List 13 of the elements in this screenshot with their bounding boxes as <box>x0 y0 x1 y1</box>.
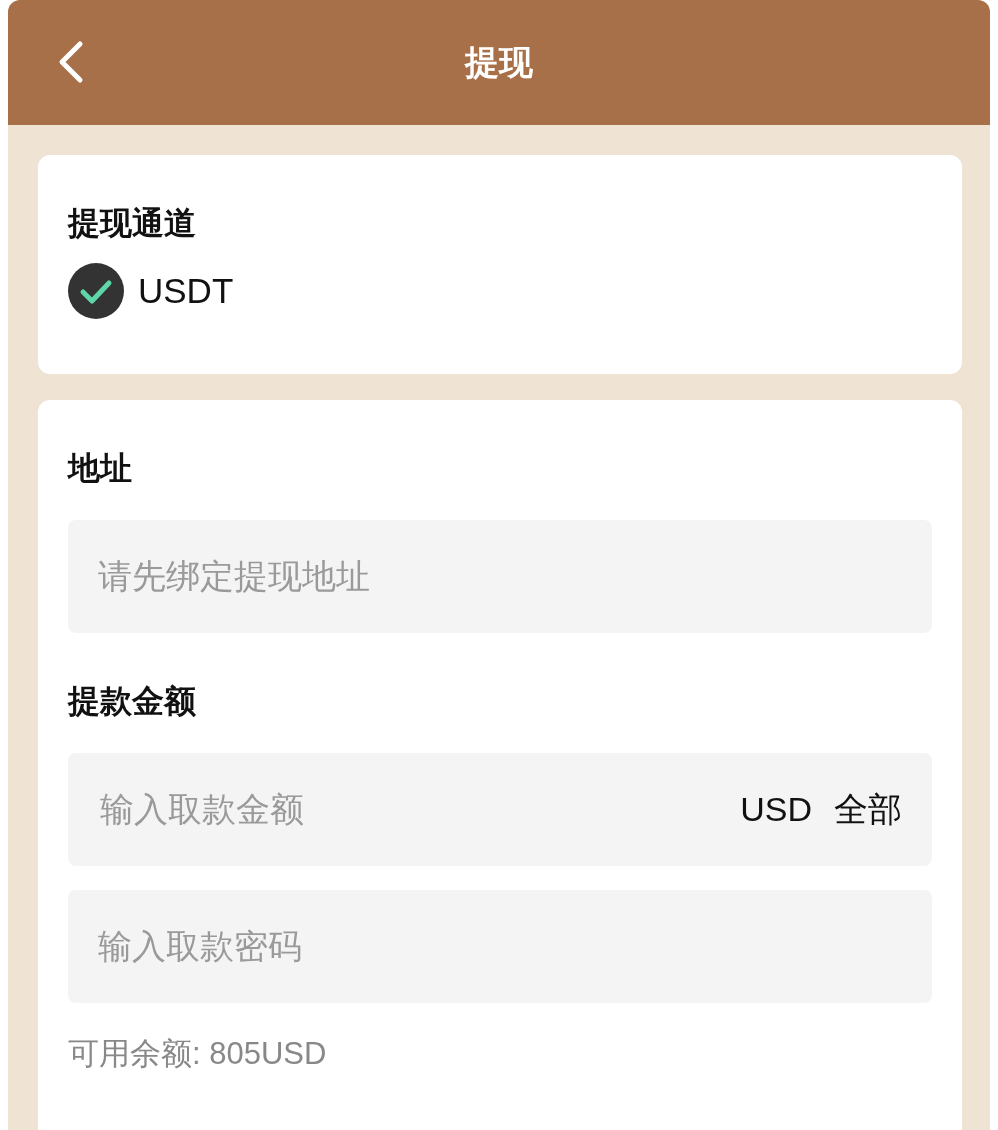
amount-input[interactable]: 输入取款金额 <box>98 789 741 830</box>
check-icon[interactable] <box>68 263 124 319</box>
section-label: 提款金额 <box>68 682 196 721</box>
address-field[interactable]: 请先绑定提现地址 <box>68 520 932 633</box>
channel-option[interactable]: USDT <box>138 271 234 311</box>
section-label: 地址 <box>68 449 132 488</box>
page-title: 提现 <box>465 41 533 83</box>
password-field[interactable]: 输入取款密码 <box>68 890 932 1003</box>
all-button[interactable]: 全部 <box>834 786 902 833</box>
balance-text: 可用余额: 805USD <box>68 1035 327 1073</box>
section-label: 提现通道 <box>68 204 196 243</box>
amount-field[interactable]: 输入取款金额 USD 全部 <box>68 753 932 866</box>
currency-label: USD <box>740 790 812 829</box>
